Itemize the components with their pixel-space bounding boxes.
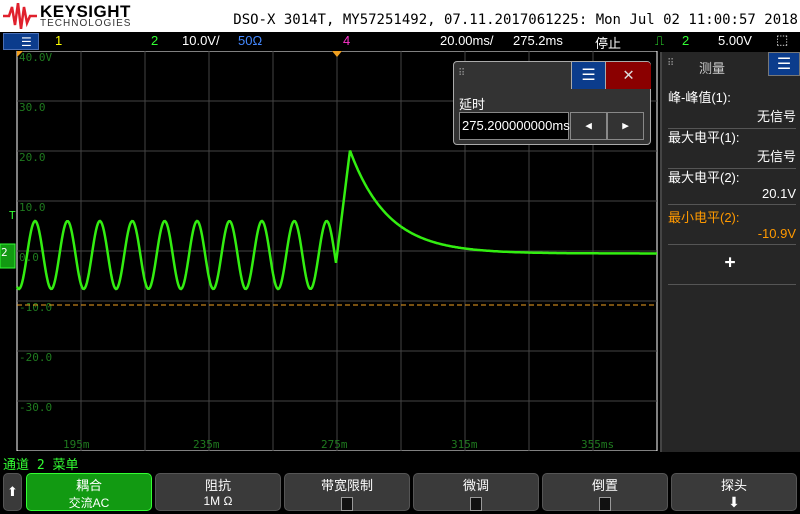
back-button[interactable]: ⬆ — [3, 473, 22, 511]
y-tick-label: 30.0 — [19, 101, 46, 114]
measurement-value: -10.9V — [757, 226, 796, 241]
delay: 275.2ms — [513, 33, 563, 48]
arrow-right-icon: ▶ — [622, 119, 629, 132]
dialog-close-button[interactable]: ✕ — [605, 62, 651, 89]
ch4-indicator[interactable]: 4 — [343, 33, 350, 48]
header: KEYSIGHT TECHNOLOGIES DSO-X 3014T, MY572… — [0, 0, 800, 32]
measurement-item[interactable]: 最大电平(2): 20.1V — [668, 167, 796, 205]
x-tick-label: 195m — [63, 438, 90, 451]
measurement-item[interactable]: 峰-峰值(1): 无信号 — [668, 87, 796, 129]
measure-title: 测量 — [698, 61, 725, 76]
delay-label: 延时 — [459, 97, 486, 112]
ch2-impedance: 50Ω — [238, 33, 263, 48]
softkey-probe[interactable]: 探头 ⬇ — [671, 473, 797, 511]
status-bar: ☰ 1 2 10.0V/ 50Ω 4 20.00ms/ 275.2ms 停止 ⎍… — [0, 32, 800, 51]
softkey-title: 阻抗 — [204, 478, 231, 493]
measurement-value: 无信号 — [756, 109, 796, 124]
y-tick-label: -10.0 — [19, 301, 52, 314]
trigger-edge-icon: ⎍ — [655, 33, 665, 48]
close-icon: ✕ — [623, 64, 634, 85]
delay-decrease-button[interactable]: ◀ — [570, 112, 607, 140]
measurement-label: 最小电平(2): — [668, 210, 740, 225]
run-state: 停止 — [595, 36, 622, 51]
measurement-label: 最大电平(2): — [668, 170, 740, 185]
measurement-label: 最大电平(1): — [668, 130, 740, 145]
measurement-value: 无信号 — [756, 149, 796, 164]
dialog-menu-button[interactable]: ☰ — [571, 62, 605, 89]
main-menu-button[interactable]: ☰ — [3, 33, 39, 50]
ch2-indicator[interactable]: 2 — [151, 33, 158, 48]
softkey-title: 倒置 — [591, 478, 618, 493]
checkbox[interactable] — [341, 497, 353, 511]
softkey-title: 微调 — [462, 478, 489, 493]
arrow-left-icon: ◀ — [585, 119, 592, 132]
y-tick-label: 40.0V — [19, 51, 52, 64]
y-tick-label: 0.0 — [19, 251, 39, 264]
y-tick-label: -20.0 — [19, 351, 52, 364]
measurement-panel: ⠿ 测量 ☰ 峰-峰值(1): 无信号 最大电平(1): 无信号 最大电平(2): 2… — [660, 52, 800, 452]
softkey-title: 探头 — [720, 478, 747, 493]
x-tick-label: 235m — [193, 438, 220, 451]
measurement-item[interactable]: 最大电平(1): 无信号 — [668, 127, 796, 169]
measure-menu-button[interactable]: ☰ — [768, 52, 800, 76]
softkey-invert[interactable]: 倒置 — [542, 473, 668, 511]
softkey-value: 1M Ω — [203, 494, 233, 508]
ch1-indicator[interactable]: 1 — [55, 33, 62, 48]
x-tick-label: 355ms — [581, 438, 614, 451]
softkey-coupling[interactable]: 耦合交流AC — [26, 473, 152, 511]
divider — [668, 284, 796, 285]
keysight-logo-icon — [3, 3, 37, 29]
softkey-impedance[interactable]: 阻抗 1M Ω — [155, 473, 281, 511]
menu-icon: ☰ — [776, 54, 792, 73]
measurement-value: 20.1V — [762, 186, 796, 201]
y-tick-label: -30.0 — [19, 401, 52, 414]
checkbox[interactable] — [599, 497, 611, 511]
zoom-select-icon[interactable]: ⬚ — [776, 32, 788, 48]
delay-dialog: ⠿ ☰ ✕ 延时 275.200000000ms ◀ ▶ — [453, 61, 651, 145]
add-measurement-button[interactable]: + — [662, 252, 798, 273]
instrument-info: DSO-X 3014T, MY57251492, 07.11.201706122… — [233, 12, 798, 28]
channel-menu-title: 通道 2 菜单 — [3, 458, 79, 473]
softkey-bw-limit[interactable]: 带宽限制 — [284, 473, 410, 511]
x-tick-label: 315m — [451, 438, 478, 451]
brand-sub: TECHNOLOGIES — [40, 18, 132, 29]
softkey-title: 耦合 — [75, 478, 102, 493]
x-tick-label: 275m — [321, 438, 348, 451]
menu-icon: ☰ — [581, 65, 596, 84]
timebase: 20.00ms/ — [440, 33, 494, 48]
delay-input[interactable]: 275.200000000ms — [459, 112, 570, 140]
y-tick-label: 10.0 — [19, 201, 46, 214]
arrow-down-icon: ⬇ — [728, 494, 740, 510]
menu-icon: ☰ — [21, 35, 32, 49]
ch2-marker-label: 2 — [1, 246, 8, 259]
trigger-level: 5.00V — [718, 33, 752, 48]
checkbox[interactable] — [470, 497, 482, 511]
measurement-label: 峰-峰值(1): — [668, 90, 731, 105]
softkey-title: 带宽限制 — [320, 478, 373, 493]
softkey-fine[interactable]: 微调 — [413, 473, 539, 511]
drag-handle-icon[interactable]: ⠿ — [458, 68, 465, 79]
softkey-value: 交流AC — [68, 496, 110, 510]
ch2-scale: 10.0V/ — [182, 33, 220, 48]
arrow-up-icon: ⬆ — [7, 484, 18, 499]
delay-increase-button[interactable]: ▶ — [607, 112, 644, 140]
measurement-item[interactable]: 最小电平(2): -10.9V — [668, 207, 796, 245]
trigger-source: 2 — [682, 33, 690, 48]
trigger-level-marker[interactable]: T — [9, 209, 16, 222]
y-tick-label: 20.0 — [19, 151, 46, 164]
